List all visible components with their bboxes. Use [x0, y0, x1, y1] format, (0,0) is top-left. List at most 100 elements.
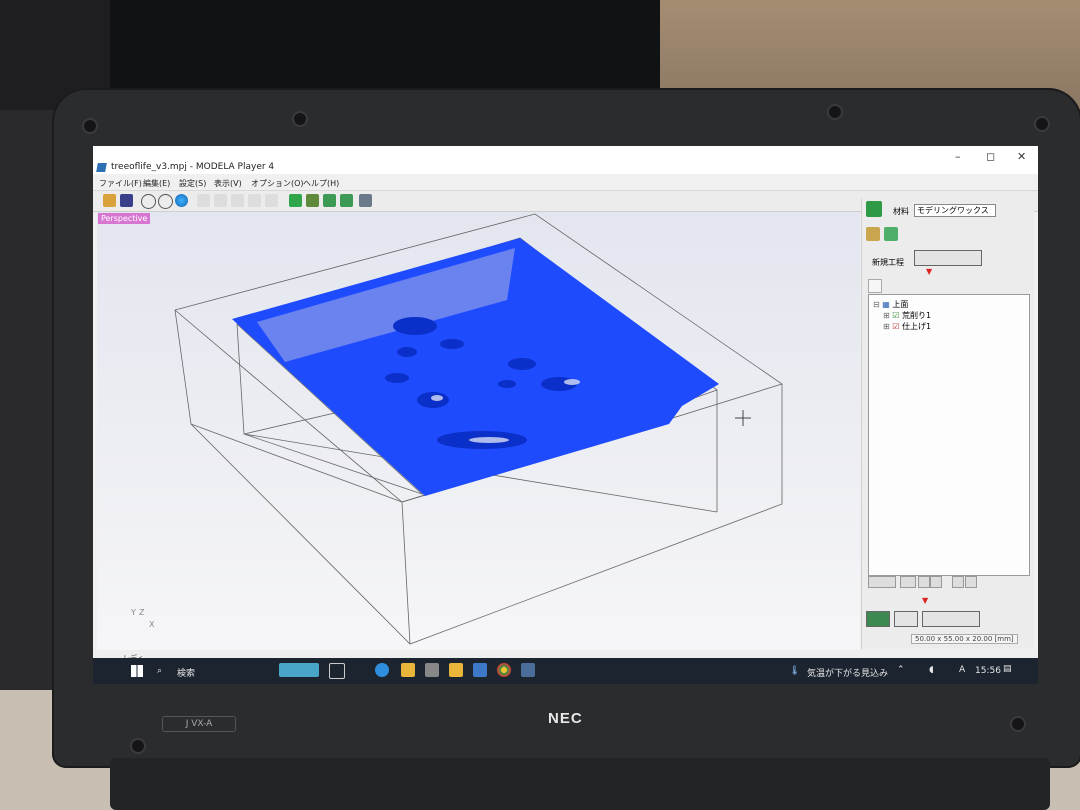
checkbox-icon[interactable]: ☑: [892, 322, 899, 331]
app-icon: [96, 163, 107, 172]
window-title: treeoflife_v3.mpj - MODELA Player 4: [111, 162, 275, 172]
material-label: 材料: [893, 207, 909, 216]
rotate-view-icon[interactable]: [141, 194, 156, 209]
brand-logo: NEC: [548, 710, 583, 727]
speaker-icon[interactable]: ◖: [929, 665, 934, 675]
view-top-icon[interactable]: [306, 194, 319, 207]
expand-icon: ⊞: [883, 322, 890, 331]
minimize-button[interactable]: –: [955, 150, 961, 163]
modela-player-icon[interactable]: [521, 663, 535, 677]
menu-options[interactable]: オプション(O): [251, 178, 304, 189]
workpiece-size: 50.00 x 55.00 x 20.00 [mm]: [911, 634, 1018, 644]
checkbox-icon[interactable]: ☑: [892, 311, 899, 320]
taskbar: ⌕ 検索 🌡 気温が下がる見込み ⌃ ◖ A 15:56 ▤: [93, 658, 1038, 684]
tree-item-label: 荒削り1: [901, 311, 932, 320]
title-bar: treeoflife_v3.mpj - MODELA Player 4 – ◻ …: [93, 146, 1038, 174]
move-up-icon[interactable]: [952, 576, 964, 588]
delete-icon[interactable]: [930, 576, 942, 588]
task-view-icon[interactable]: [329, 663, 345, 679]
cursor-crosshair: [735, 410, 751, 426]
tree-root-label: 上面: [892, 300, 909, 309]
perspective-badge: Perspective: [98, 213, 151, 224]
view-side-icon[interactable]: [340, 194, 353, 207]
new-process-label: 新規工程: [872, 258, 904, 267]
new-process-button[interactable]: [914, 250, 982, 266]
axis-y-label: Y: [131, 608, 136, 617]
save-icon[interactable]: [120, 194, 133, 207]
file-explorer-icon[interactable]: [401, 663, 415, 677]
close-button[interactable]: ✕: [1017, 150, 1026, 163]
move-down-icon[interactable]: [965, 576, 977, 588]
background-monitor: [110, 0, 660, 100]
chrome-icon[interactable]: [497, 663, 511, 677]
3d-viewport[interactable]: [97, 212, 860, 650]
tree-item-rough[interactable]: ⊞ ☑ 荒削り1: [883, 310, 931, 321]
mail-icon[interactable]: [473, 663, 487, 677]
screw: [1012, 718, 1024, 730]
tree-item-finish[interactable]: ⊞ ☑ 仕上げ1: [883, 321, 931, 332]
model-icon[interactable]: [884, 227, 898, 241]
search-highlight-icon[interactable]: [279, 663, 319, 677]
cut-button[interactable]: [922, 611, 980, 627]
chevron-up-icon[interactable]: ⌃: [897, 665, 905, 675]
tree-root[interactable]: ⊟ ▦ 上面: [873, 299, 908, 310]
axis-x-label: X: [149, 620, 155, 629]
edge-icon[interactable]: [375, 663, 389, 677]
tree-item-label: 仕上げ1: [901, 322, 932, 331]
search-icon[interactable]: ⌕: [157, 666, 162, 676]
store-icon[interactable]: [425, 663, 439, 677]
maximize-button[interactable]: ◻: [986, 150, 995, 163]
fit-icon[interactable]: [248, 194, 261, 207]
view-iso-icon[interactable]: [289, 194, 302, 207]
weather-text[interactable]: 気温が下がる見込み: [807, 666, 888, 679]
menu-view[interactable]: 表示(V): [214, 178, 242, 189]
menu-settings[interactable]: 設定(S): [179, 178, 206, 189]
screw: [84, 120, 96, 132]
pan-icon[interactable]: [214, 194, 227, 207]
model-label: J VX-A: [162, 716, 236, 732]
arrow-down-icon: ▼: [922, 596, 929, 605]
tree-tab[interactable]: [868, 279, 882, 293]
windows-start-icon[interactable]: [131, 665, 143, 677]
copy-icon[interactable]: [918, 576, 930, 588]
screw: [294, 113, 306, 125]
zoom-window-icon[interactable]: [265, 194, 278, 207]
folder-icon: ▦: [882, 300, 890, 309]
menu-file[interactable]: ファイル(F): [99, 178, 142, 189]
preview-button[interactable]: [866, 611, 890, 627]
view-front-icon[interactable]: [323, 194, 336, 207]
menu-bar: ファイル(F) 編集(E) 設定(S) 表示(V) オプション(O) ヘルプ(H…: [93, 176, 1038, 190]
stock-icon[interactable]: [866, 227, 880, 241]
move-icon[interactable]: [197, 194, 210, 207]
screen: treeoflife_v3.mpj - MODELA Player 4 – ◻ …: [93, 146, 1038, 684]
menu-edit[interactable]: 編集(E): [143, 178, 170, 189]
globe-icon[interactable]: [175, 194, 188, 207]
notification-icon[interactable]: ▤: [1003, 664, 1012, 674]
thermometer-icon: 🌡: [789, 666, 801, 676]
ime-indicator[interactable]: A: [959, 665, 965, 675]
media-icon[interactable]: [449, 663, 463, 677]
arrow-down-icon: ▼: [926, 267, 933, 276]
layout-icon[interactable]: [359, 194, 372, 207]
model-render: [174, 213, 783, 645]
zoom-icon[interactable]: [231, 194, 244, 207]
simulate-button[interactable]: [894, 611, 918, 627]
material-value: モデリングワックス: [917, 206, 989, 215]
screw: [829, 106, 841, 118]
search-label[interactable]: 検索: [177, 666, 195, 679]
axis-z-label: Z: [139, 608, 145, 617]
open-icon[interactable]: [103, 194, 116, 207]
clock[interactable]: 15:56: [975, 666, 1001, 676]
screw: [132, 740, 144, 752]
process-panel: 材料 モデリングワックス 新規工程 ▼ ⊟ ▦ 上面 ⊞ ☑ 荒削り1 ⊞ ☑ …: [861, 199, 1034, 649]
path-icon[interactable]: [868, 576, 896, 588]
screw: [1036, 118, 1048, 130]
expand-icon: ⊞: [883, 311, 890, 320]
laptop-base: [110, 758, 1050, 810]
menu-help[interactable]: ヘルプ(H): [303, 178, 339, 189]
tool-icon[interactable]: [900, 576, 916, 588]
process-tree: ⊟ ▦ 上面 ⊞ ☑ 荒削り1 ⊞ ☑ 仕上げ1: [868, 294, 1030, 576]
orbit-icon[interactable]: [158, 194, 173, 209]
material-select[interactable]: モデリングワックス: [914, 204, 996, 217]
user-icon[interactable]: [866, 201, 882, 217]
